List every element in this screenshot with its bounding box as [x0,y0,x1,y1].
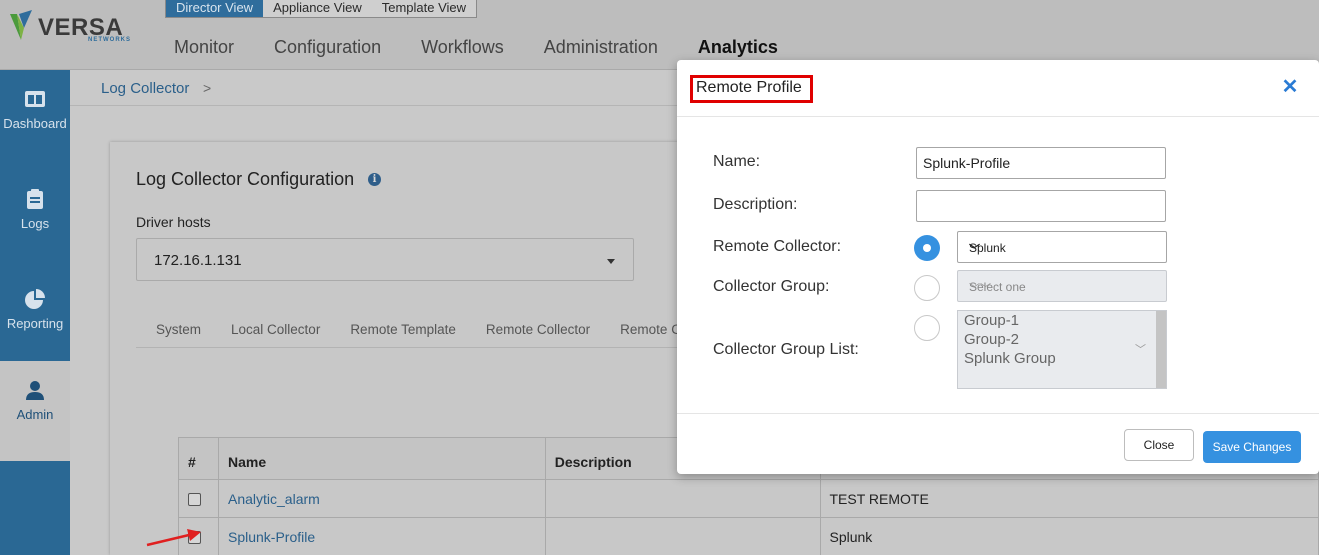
tab-remote-collector[interactable]: Remote Collector [466,322,600,347]
clipboard-icon [27,189,43,209]
dashboard-icon [25,91,45,107]
caret-down-icon [607,259,615,264]
row-description [544,517,821,555]
sidebar-item-admin[interactable]: Admin [0,361,70,461]
list-scrollbar[interactable] [1156,311,1166,388]
versa-logo: VERSA NETWORKS [8,6,131,46]
director-view-tab[interactable]: Director View [166,0,264,17]
col-header-index: # [178,437,219,480]
breadcrumb-log-collector[interactable]: Log Collector [101,80,189,97]
collector-group-label: Collector Group: [713,278,830,295]
row-type: Splunk [819,517,1319,555]
remote-profile-modal: Remote Profile ✕ Name: Description: Remo… [677,60,1319,474]
chevron-down-icon: ﹀﹀ [969,283,991,295]
nav-monitor[interactable]: Monitor [174,37,234,58]
collector-group-list-label: Collector Group List: [713,341,859,358]
tab-system[interactable]: System [136,322,211,347]
sidebar-label-logs: Logs [20,216,50,231]
pie-chart-icon [25,289,45,309]
collector-group-list-radio[interactable] [914,315,940,341]
close-button[interactable]: Close [1124,429,1194,461]
close-icon[interactable]: ✕ [1281,77,1299,97]
remote-collector-select[interactable]: Splunk ﹀ [957,231,1167,263]
collector-group-list[interactable]: Group-1 Group-2 Splunk Group ﹀ [957,310,1167,389]
name-input[interactable] [916,147,1166,179]
page-title: Log Collector Configuration [136,169,355,189]
sidebar-label-reporting: Reporting [6,316,64,331]
modal-header: Remote Profile ✕ [677,60,1319,117]
annotation-arrow [146,529,201,547]
template-view-tab[interactable]: Template View [372,0,476,17]
tab-local-collector[interactable]: Local Collector [211,322,330,347]
user-icon [26,381,44,400]
sidebar-item-reporting[interactable]: Reporting [0,270,70,370]
row-type: TEST REMOTE [819,479,1319,518]
chevron-down-icon: ﹀ [1135,344,1146,356]
main-nav: Monitor Configuration Workflows Administ… [174,37,818,58]
description-label: Description: [713,196,798,213]
nav-analytics[interactable]: Analytics [698,37,778,58]
name-label: Name: [713,153,761,170]
driver-hosts-label: Driver hosts [136,214,211,230]
info-icon[interactable]: i [368,173,381,186]
nav-configuration[interactable]: Configuration [274,37,381,58]
driver-hosts-value: 172.16.1.131 [154,252,242,269]
modal-footer: Close Save Changes [677,413,1319,474]
sidebar-label-admin: Admin [16,407,54,422]
list-item[interactable]: Group-1 [958,311,1166,330]
save-changes-button[interactable]: Save Changes [1203,431,1301,463]
view-switcher: Director View Appliance View Template Vi… [165,0,478,18]
col-header-name[interactable]: Name [217,437,546,480]
sidebar-item-logs[interactable]: Logs [0,170,70,270]
row-checkbox[interactable] [188,493,201,507]
remote-collector-label: Remote Collector: [713,238,842,255]
row-description [544,479,821,518]
breadcrumb-separator: > [203,80,212,96]
row-name-link[interactable]: Analytic_alarm [228,491,320,507]
modal-title: Remote Profile [690,75,813,103]
sidebar-item-dashboard[interactable]: Dashboard [0,70,70,170]
collector-group-select[interactable]: Select one ﹀﹀ [957,270,1167,302]
nav-workflows[interactable]: Workflows [421,37,504,58]
driver-hosts-select[interactable]: 172.16.1.131 [136,238,634,281]
brand-sub: NETWORKS [88,37,131,43]
sidebar: Dashboard Logs Reporting Admin [0,70,70,555]
versa-logo-icon [10,10,32,40]
collector-group-radio[interactable] [914,275,940,301]
table-row: Analytic_alarm TEST REMOTE [178,479,1319,518]
description-input[interactable] [916,190,1166,222]
sidebar-label-dashboard: Dashboard [3,116,67,131]
row-name-link[interactable]: Splunk-Profile [228,529,315,545]
appliance-view-tab[interactable]: Appliance View [263,0,372,17]
chevron-down-icon: ﹀ [969,244,980,256]
remote-collector-radio[interactable] [914,235,940,261]
table-row: Splunk-Profile Splunk [178,517,1319,555]
nav-administration[interactable]: Administration [544,37,658,58]
tab-remote-template[interactable]: Remote Template [330,322,466,347]
